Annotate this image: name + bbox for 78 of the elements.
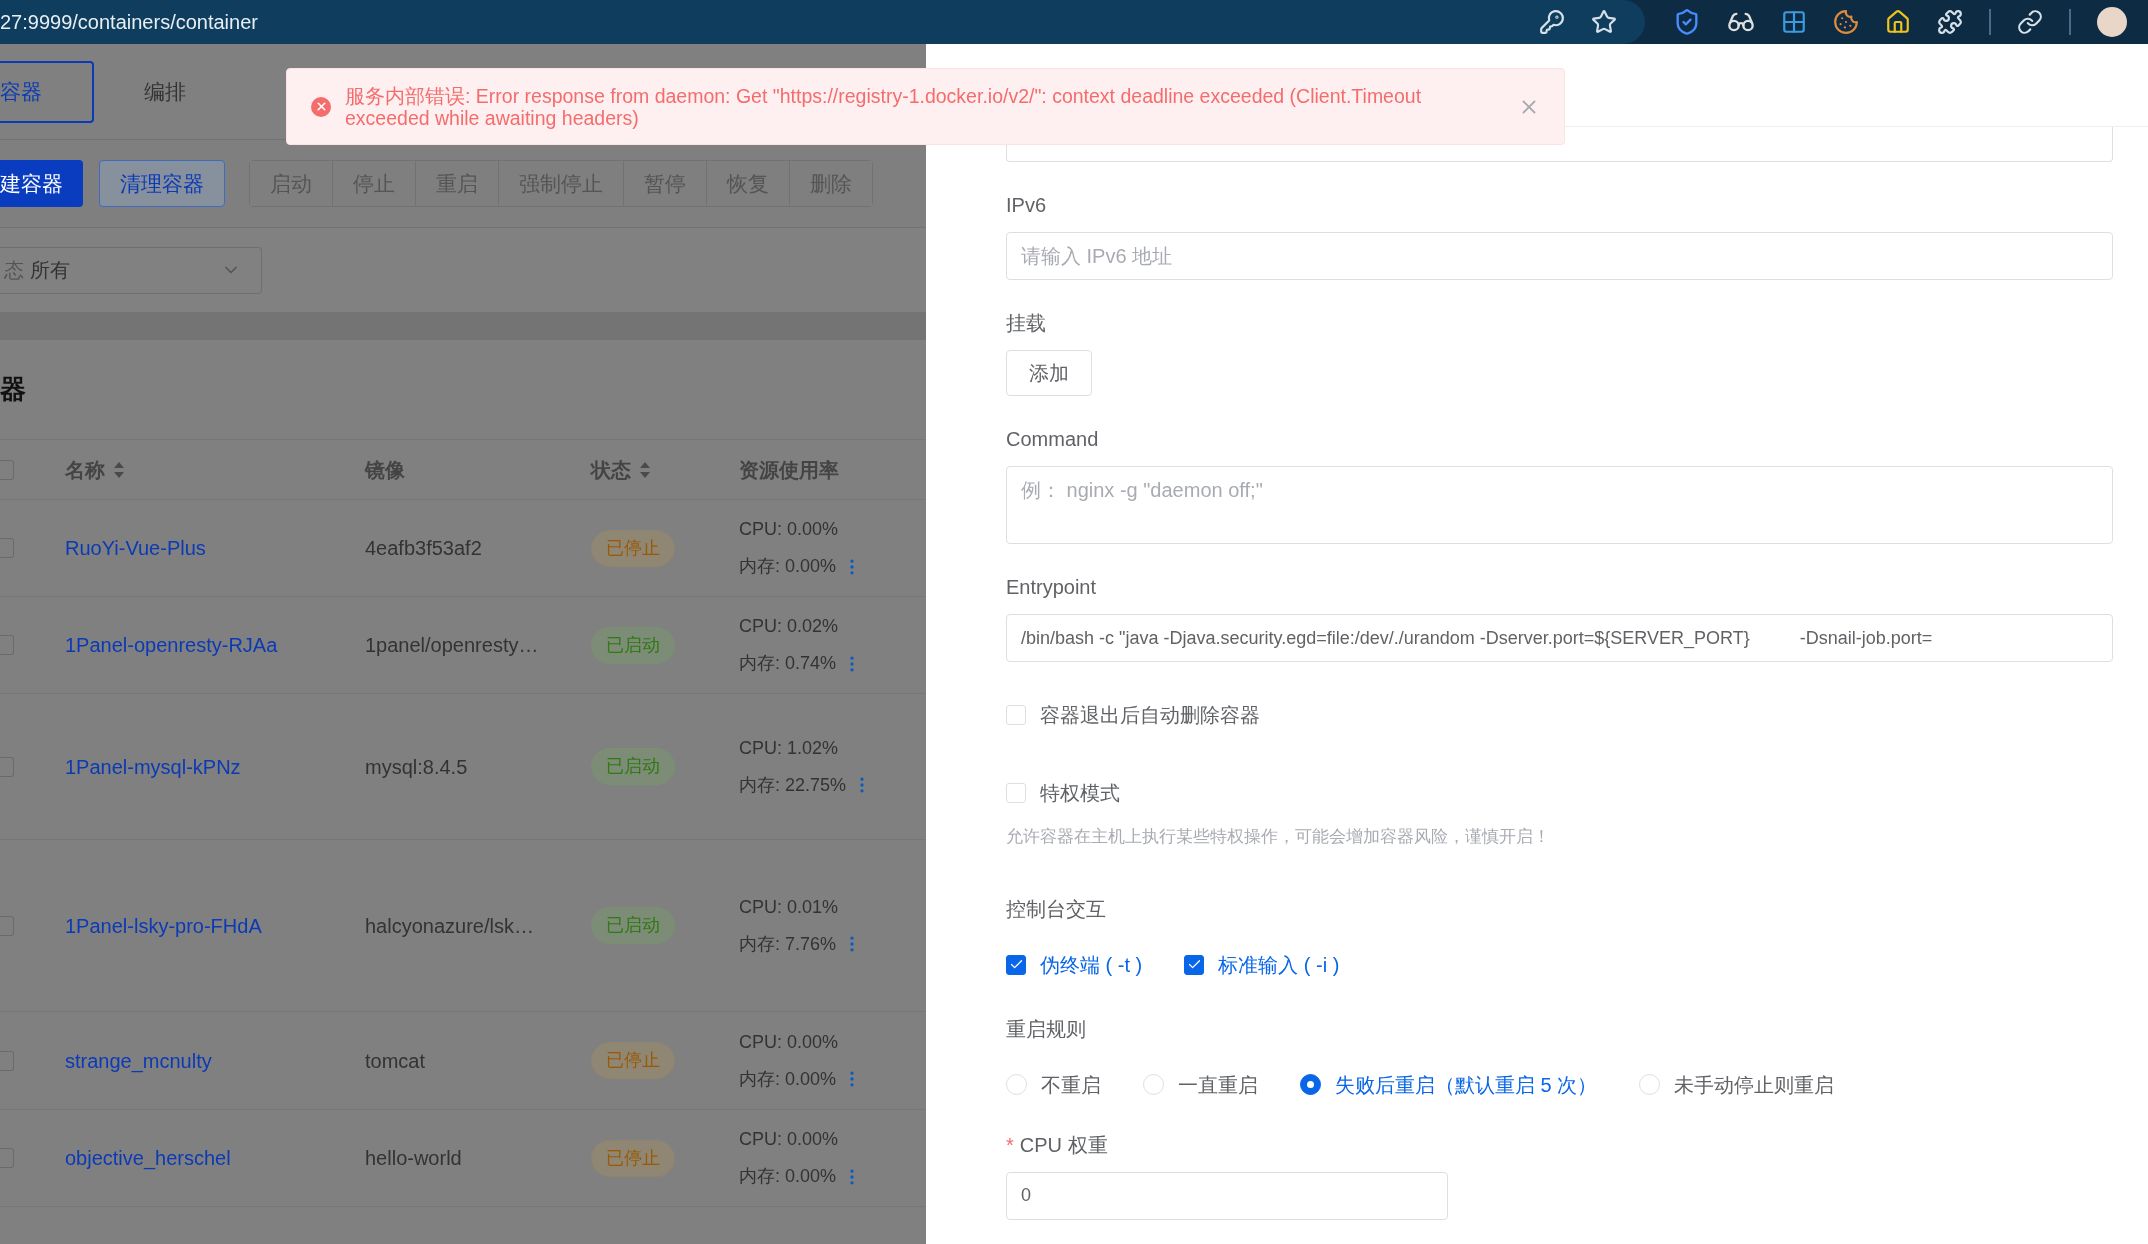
- toolbar-button[interactable]: 建容器: [0, 160, 83, 207]
- status-badge: 已停止: [591, 529, 675, 567]
- container-link[interactable]: strange_mcnulty: [65, 1045, 365, 1076]
- field-label: Command: [1006, 427, 1099, 452]
- radio-label: 一直重启: [1178, 1072, 1258, 1098]
- checkbox-label: 标准输入 ( -i ): [1218, 952, 1340, 978]
- command-textarea[interactable]: 例： nginx -g "daemon off;": [1006, 466, 2113, 544]
- status-badge: 已启动: [591, 626, 675, 664]
- table-cell-text: hello-world: [365, 1146, 463, 1171]
- error-message: 服务内部错误: Error response from daemon: Get "https://registry-1.docker.io/v2/": context deadline exceeded (Client.Timeout exceeded while awaiting headers): [345, 84, 1423, 129]
- tab[interactable]: 容器: [0, 60, 94, 123]
- address-bar[interactable]: 27:9999/containers/container: [0, 0, 1645, 44]
- memory-usage: 内存: 0.74%: [739, 652, 837, 675]
- grid-icon[interactable]: [1781, 9, 1807, 35]
- hint-text: 允许容器在主机上执行某些特权操作，可能会增加容器风险，谨慎开启！: [1006, 826, 1551, 848]
- memory-usage: 内存: 22.75%: [739, 773, 847, 797]
- error-icon: [311, 96, 331, 117]
- input-field[interactable]: /bin/bash -c "java -Djava.security.egd=file:/dev/./urandom -Dserver.port=${SERVER_PORT} -Dsnail-job.port=: [1006, 614, 2113, 662]
- memory-usage: 内存: 7.76%: [739, 932, 837, 956]
- required-mark: *: [1006, 1132, 1014, 1158]
- table-cell-text: 1panel/openresty…: [365, 633, 540, 658]
- cpu-usage: CPU: 1.02%: [739, 736, 840, 760]
- input-field[interactable]: 请输入 IPv6 地址: [1006, 232, 2113, 280]
- container-link[interactable]: RuoYi-Vue-Plus: [65, 533, 365, 563]
- cookie-icon[interactable]: [1833, 9, 1859, 35]
- status-badge: 已启动: [591, 907, 675, 944]
- checkbox[interactable]: [1006, 954, 1026, 975]
- cpu-usage: CPU: 0.00%: [739, 518, 840, 541]
- url-text: 27:9999/containers/container: [0, 10, 258, 35]
- sort-icon[interactable]: [639, 460, 651, 479]
- field-label: IPv6: [1006, 193, 1047, 218]
- field-label: 挂载: [1006, 311, 1046, 336]
- toolbar-button[interactable]: 清理容器: [99, 160, 225, 207]
- status-badge: 已启动: [591, 748, 675, 785]
- radio-button[interactable]: [1300, 1074, 1321, 1095]
- status-badge: 已停止: [591, 1139, 675, 1177]
- container-link[interactable]: 1Panel-lsky-pro-FHdA: [65, 910, 365, 941]
- cpu-usage: CPU: 0.00%: [739, 1030, 840, 1054]
- memory-usage: 内存: 0.00%: [739, 1165, 837, 1188]
- column-header[interactable]: 状态: [591, 454, 651, 485]
- key-icon[interactable]: [1539, 9, 1565, 35]
- cpu-usage: CPU: 0.01%: [739, 895, 840, 919]
- cpu-usage: CPU: 0.00%: [739, 1128, 840, 1151]
- card-title: 器: [0, 340, 926, 440]
- avatar[interactable]: [2097, 7, 2127, 37]
- radio-label: 不重启: [1041, 1072, 1101, 1098]
- checkbox-label: 伪终端 ( -t ): [1040, 952, 1143, 978]
- input-field[interactable]: 0: [1006, 1171, 1448, 1220]
- add-button[interactable]: 添加: [1006, 350, 1092, 396]
- memory-usage: 内存: 0.00%: [739, 555, 837, 578]
- checkbox-label: 特权模式: [1040, 781, 1120, 806]
- cpu-usage: CPU: 0.02%: [739, 615, 840, 638]
- container-link[interactable]: 1Panel-mysql-kPNz: [65, 751, 365, 782]
- memory-usage: 内存: 0.00%: [739, 1067, 837, 1091]
- home-icon[interactable]: [1885, 9, 1911, 35]
- column-header: 资源使用率: [739, 457, 839, 483]
- container-link[interactable]: 1Panel-openresty-RJAa: [65, 630, 365, 660]
- table-cell-text: mysql:8.4.5: [365, 754, 469, 780]
- checkbox-label: 容器退出后自动删除容器: [1040, 703, 1260, 728]
- star-icon[interactable]: [1591, 9, 1617, 35]
- table-cell-text: 4eafb3f53af2: [365, 536, 483, 561]
- checkbox[interactable]: [1184, 954, 1205, 975]
- field-label: 重启规则: [1006, 1016, 1086, 1042]
- field-label: 控制台交互: [1006, 896, 1106, 922]
- radio-label: 失败后重启（默认重启 5 次）: [1335, 1072, 1598, 1098]
- sort-icon[interactable]: [113, 460, 125, 479]
- table-cell-text: halcyonazure/lsk…: [365, 913, 535, 939]
- field-label: CPU 权重: [1019, 1132, 1108, 1158]
- radio-label: 未手动停止则重启: [1674, 1072, 1835, 1098]
- column-header[interactable]: 名称: [65, 454, 125, 485]
- puzzle-icon[interactable]: [1937, 9, 1963, 35]
- table-cell-text: tomcat: [365, 1048, 427, 1074]
- container-link[interactable]: objective_herschel: [65, 1143, 365, 1173]
- column-header: 镜像: [365, 457, 405, 483]
- status-badge: 已停止: [591, 1042, 675, 1079]
- tab[interactable]: 编排: [120, 60, 210, 123]
- field-label: Entrypoint: [1006, 575, 1097, 600]
- link-icon[interactable]: [2017, 9, 2043, 35]
